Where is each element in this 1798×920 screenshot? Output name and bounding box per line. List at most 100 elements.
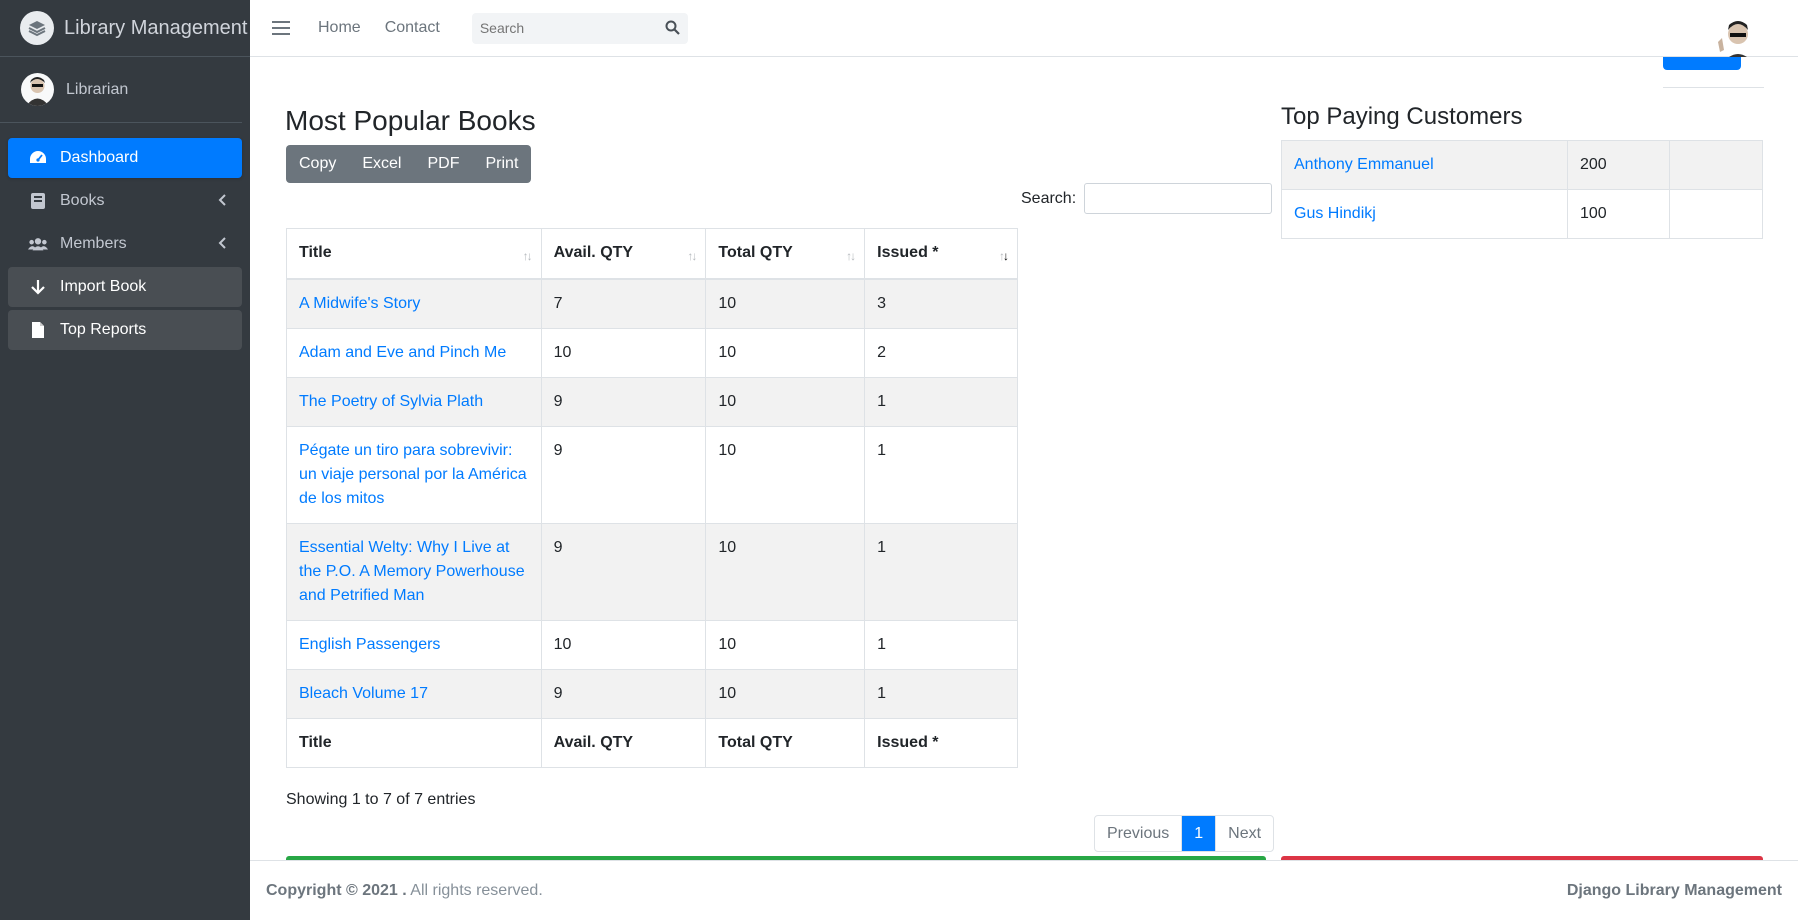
total-qty-cell: 10 <box>705 278 866 329</box>
popular-books-title: Most Popular Books <box>285 105 536 136</box>
sidebar-item-label: Members <box>60 235 127 252</box>
pagination: Previous 1 Next <box>1094 815 1275 852</box>
table-search-input[interactable] <box>1084 183 1273 214</box>
navbar-search <box>471 12 688 44</box>
sidebar-item-label: Dashboard <box>60 149 139 166</box>
top-customers-title: Top Paying Customers <box>1281 103 1523 130</box>
tachometer-icon <box>28 148 48 168</box>
copy-button[interactable]: Copy <box>286 145 349 183</box>
table-row: Anthony Emmanuel 200 <box>1281 140 1763 190</box>
total-qty-cell: 10 <box>705 522 866 621</box>
table-search-label: Search: <box>1021 189 1077 207</box>
book-link[interactable]: English Passengers <box>299 636 440 653</box>
table-row: A Midwife's Story 7 10 3 <box>286 278 1018 329</box>
table-row: English Passengers 10 10 1 <box>286 619 1018 670</box>
sidebar-item-import-book[interactable]: Import Book <box>8 267 242 307</box>
copyright-bold: Copyright © 2021 . <box>266 881 407 899</box>
customer-link[interactable]: Anthony Emmanuel <box>1294 156 1434 173</box>
total-qty-cell: 10 <box>705 376 866 427</box>
sidebar-item-dashboard[interactable]: Dashboard <box>8 138 242 178</box>
sort-icon: ↑↓ <box>687 249 697 263</box>
avail-qty-cell: 9 <box>540 425 707 524</box>
top-navbar: Home Contact <box>250 0 1798 66</box>
brand-logo-icon <box>20 11 54 45</box>
top-customers-table: Anthony Emmanuel 200 Gus Hindikj 100 <box>1281 140 1763 239</box>
issued-cell: 1 <box>864 522 1018 621</box>
sidebar-item-top-reports[interactable]: Top Reports <box>8 310 242 350</box>
nav-link-contact[interactable]: Contact <box>385 19 440 37</box>
brand-title: Library Management <box>64 16 248 39</box>
table-row: Adam and Eve and Pinch Me 10 10 2 <box>286 327 1018 378</box>
copyright-rest: All rights reserved. <box>406 881 543 899</box>
header-action-button[interactable] <box>1663 57 1741 70</box>
sidebar: Library Management Librarian Dashboard B… <box>0 0 250 920</box>
book-link[interactable]: Essential Welty: Why I Live at the P.O. … <box>299 539 525 604</box>
user-name: Librarian <box>66 80 129 98</box>
print-button[interactable]: Print <box>472 145 531 183</box>
search-input[interactable] <box>471 12 652 44</box>
footer-app-name: Django Library Management <box>1566 881 1782 899</box>
table-row: Essential Welty: Why I Live at the P.O. … <box>286 522 1018 621</box>
book-link[interactable]: A Midwife's Story <box>299 295 420 312</box>
sidebar-item-books[interactable]: Books <box>8 181 242 221</box>
total-qty-cell: 10 <box>705 619 866 670</box>
book-link[interactable]: Pégate un tiro para sobrevivir: un viaje… <box>299 442 527 507</box>
sort-desc-icon: ↑↓ <box>999 249 1009 263</box>
arrow-down-icon <box>28 277 48 297</box>
table-row: Pégate un tiro para sobrevivir: un viaje… <box>286 425 1018 524</box>
previous-page-button[interactable]: Previous <box>1095 816 1183 851</box>
sort-icon: ↑↓ <box>522 249 533 263</box>
nav-link-home[interactable]: Home <box>318 19 361 37</box>
table-row: Bleach Volume 17 9 10 1 <box>286 668 1018 719</box>
book-link[interactable]: The Poetry of Sylvia Plath <box>299 393 483 410</box>
next-page-button[interactable]: Next <box>1216 816 1273 851</box>
sidebar-nav: Dashboard Books Members Import Book Top … <box>0 123 250 350</box>
avatar <box>21 73 54 106</box>
sidebar-item-label: Import Book <box>60 278 147 295</box>
issued-cell: 1 <box>864 376 1018 427</box>
issued-cell: 1 <box>864 668 1018 719</box>
sidebar-item-label: Top Reports <box>60 321 147 338</box>
column-header-avail-qty[interactable]: Avail. QTY ↑↓ <box>540 228 707 280</box>
avail-qty-cell: 9 <box>540 668 707 719</box>
amount-cell: 100 <box>1567 189 1670 239</box>
file-icon <box>28 320 48 340</box>
pdf-button[interactable]: PDF <box>414 145 472 183</box>
issued-cell: 1 <box>864 425 1018 524</box>
user-panel[interactable]: Librarian <box>0 57 242 123</box>
total-qty-cell: 10 <box>705 668 866 719</box>
brand[interactable]: Library Management <box>0 0 250 57</box>
column-header-title[interactable]: Title ↑↓ <box>286 228 542 280</box>
issued-cell: 1 <box>864 619 1018 670</box>
footer-issued: Issued * <box>864 717 1018 768</box>
chevron-left-icon <box>218 236 226 254</box>
book-link[interactable]: Adam and Eve and Pinch Me <box>299 344 506 361</box>
footer: Copyright © 2021 . All rights reserved. … <box>250 860 1798 920</box>
popular-books-table: Title ↑↓ Avail. QTY ↑↓ Total QTY ↑↓ Issued … <box>286 228 1018 768</box>
chevron-left-icon <box>218 193 226 211</box>
excel-button[interactable]: Excel <box>349 145 414 183</box>
avail-qty-cell: 9 <box>540 522 707 621</box>
column-header-total-qty[interactable]: Total QTY ↑↓ <box>705 228 866 280</box>
hamburger-icon[interactable] <box>272 21 290 35</box>
issued-cell: 2 <box>864 327 1018 378</box>
search-icon[interactable] <box>665 20 680 40</box>
main-content: Most Popular Books Copy Excel PDF Print … <box>250 57 1798 860</box>
extra-cell <box>1669 189 1763 239</box>
footer-title: Title <box>286 717 542 768</box>
total-qty-cell: 10 <box>705 425 866 524</box>
table-row: The Poetry of Sylvia Plath 9 10 1 <box>286 376 1018 427</box>
sidebar-item-label: Books <box>60 192 105 209</box>
sort-icon: ↑↓ <box>846 249 856 263</box>
book-link[interactable]: Bleach Volume 17 <box>299 685 428 702</box>
customer-link[interactable]: Gus Hindikj <box>1294 205 1376 222</box>
divider <box>1663 87 1764 88</box>
column-header-issued[interactable]: Issued * ↑↓ <box>864 228 1018 280</box>
sidebar-item-members[interactable]: Members <box>8 224 242 264</box>
table-search: Search: <box>1021 183 1273 214</box>
export-button-group: Copy Excel PDF Print <box>286 145 532 183</box>
table-info: Showing 1 to 7 of 7 entries <box>286 791 476 808</box>
footer-total-qty: Total QTY <box>705 717 866 768</box>
page-1-button[interactable]: 1 <box>1182 816 1217 851</box>
amount-cell: 200 <box>1567 140 1670 190</box>
